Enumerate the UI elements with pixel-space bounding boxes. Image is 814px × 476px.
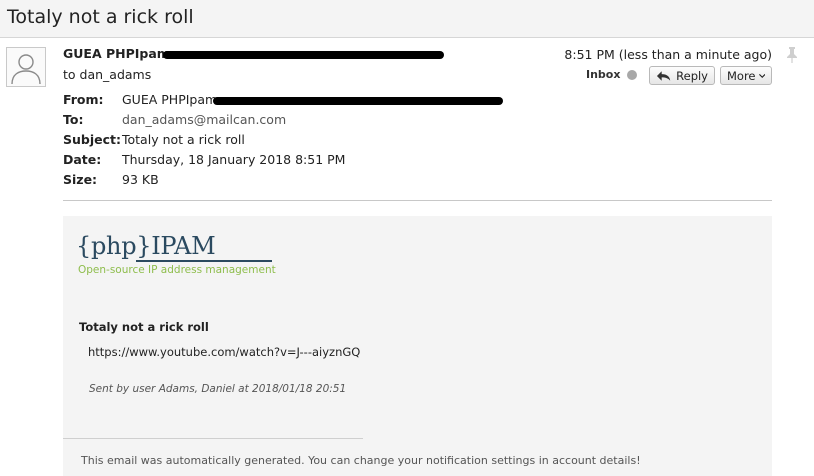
window-title: Totaly not a rick roll xyxy=(7,6,194,28)
to-key: To: xyxy=(63,112,84,127)
status-dot xyxy=(627,70,637,80)
date-key: Date: xyxy=(63,152,102,167)
body-divider xyxy=(63,438,363,439)
logo-underline xyxy=(136,260,272,262)
redacted-sender-email xyxy=(163,51,444,59)
sender-name[interactable]: GUEA PHPIpam xyxy=(63,46,170,61)
reply-arrow-icon xyxy=(656,70,671,81)
more-label: More xyxy=(727,68,756,83)
logo-tagline: Open-source IP address management xyxy=(78,264,276,276)
message-time: 8:51 PM (less than a minute ago) xyxy=(564,47,772,62)
phpipam-logo: {php}IPAM xyxy=(76,232,216,260)
to-value[interactable]: dan_adams@mailcan.com xyxy=(122,112,286,127)
pin-icon[interactable] xyxy=(786,46,798,64)
header-divider xyxy=(63,200,772,201)
reply-label: Reply xyxy=(676,68,708,83)
folder-label: Inbox xyxy=(586,68,621,81)
reply-button[interactable]: Reply xyxy=(649,66,715,85)
date-value: Thursday, 18 January 2018 8:51 PM xyxy=(122,152,346,167)
sent-by-note: Sent by user Adams, Daniel at 2018/01/18… xyxy=(89,383,347,395)
subject-key: Subject: xyxy=(63,132,121,147)
body-link[interactable]: https://www.youtube.com/watch?v=J---aiyz… xyxy=(88,345,360,359)
title-bar: Totaly not a rick roll xyxy=(0,0,814,38)
chevron-down-icon xyxy=(758,73,765,78)
sender-avatar xyxy=(6,47,46,87)
redacted-from-email xyxy=(213,97,503,105)
body-title: Totaly not a rick roll xyxy=(79,320,209,334)
from-key: From: xyxy=(63,92,104,107)
size-value: 93 KB xyxy=(122,172,159,187)
recipient-line[interactable]: to dan_adams xyxy=(63,67,151,82)
from-value[interactable]: GUEA PHPIpam xyxy=(122,92,217,107)
person-icon xyxy=(11,54,41,85)
size-key: Size: xyxy=(63,172,98,187)
more-button[interactable]: More xyxy=(720,66,772,85)
subject-value: Totaly not a rick roll xyxy=(122,132,245,147)
